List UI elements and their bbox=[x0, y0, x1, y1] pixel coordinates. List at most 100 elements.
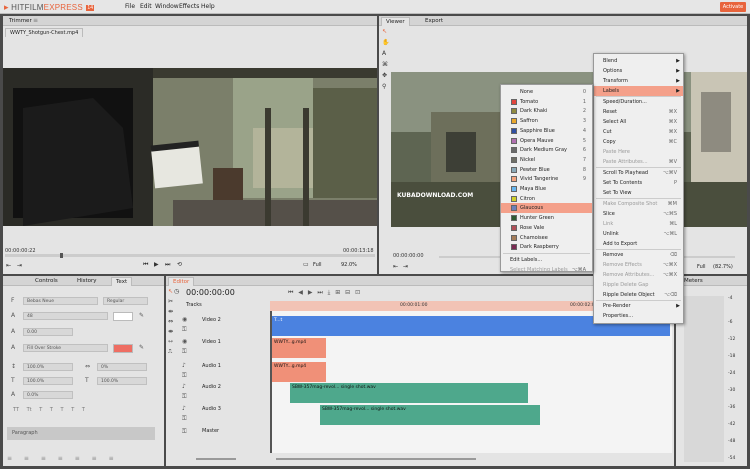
trimmer-zoom-select[interactable]: Full bbox=[313, 262, 322, 268]
visibility-icon[interactable]: ◉ bbox=[182, 338, 187, 345]
out-point-icon[interactable]: ⇥ bbox=[17, 262, 22, 269]
tab-editor[interactable]: Editor bbox=[168, 277, 195, 286]
context-item-set-to-contents[interactable]: Set To Contents P bbox=[594, 178, 683, 188]
editor-transport[interactable]: ⏮ ◀ ▶ ⏭ ⤓ ⊞ ⊟ ⊡ bbox=[288, 289, 360, 297]
label-item-pewter-blue[interactable]: Pewter Blue 8 bbox=[501, 165, 592, 175]
transform-tool-icon[interactable]: ⌘ bbox=[382, 61, 388, 68]
speaker-icon[interactable]: ♪ bbox=[182, 405, 186, 412]
menu-window[interactable]: Window bbox=[155, 3, 179, 10]
context-item-properties[interactable]: Properties... bbox=[594, 311, 683, 321]
speaker-icon[interactable]: ♪ bbox=[182, 383, 186, 390]
label-item-dark-raspberry[interactable]: Dark Raspberry bbox=[501, 242, 592, 252]
move-tool-icon[interactable]: ✥ bbox=[382, 72, 387, 79]
slip-tool-icon[interactable]: ⇼ bbox=[168, 328, 173, 335]
prev-frame-icon[interactable]: ⏮ bbox=[143, 261, 148, 269]
clip-audio2[interactable]: SBW-357mag-revol... single shot.wav bbox=[290, 383, 528, 403]
label-item-saffron[interactable]: Saffron 3 bbox=[501, 116, 592, 126]
tab-controls[interactable]: Controls bbox=[31, 277, 62, 286]
panel-menu-icon[interactable]: ≡ bbox=[33, 17, 38, 24]
context-item-remove[interactable]: Remove ⌫ bbox=[594, 250, 683, 260]
viewer-inpoint-icon[interactable]: ⇤ bbox=[393, 263, 398, 270]
context-item-set-to-view[interactable]: Set To View bbox=[594, 188, 683, 198]
editor-timecode[interactable]: 00:00:00:00 bbox=[186, 288, 235, 297]
context-item-scroll-to-playhead[interactable]: Scroll To Playhead ⌥⌘V bbox=[594, 168, 683, 178]
context-item-add-to-export[interactable]: Add to Export bbox=[594, 239, 683, 249]
context-item-select-all[interactable]: Select All ⌘X bbox=[594, 117, 683, 127]
activate-button[interactable]: Activate bbox=[720, 2, 746, 12]
playhead-line[interactable] bbox=[270, 311, 272, 453]
label-item-chamoisee[interactable]: Chamoisee bbox=[501, 233, 592, 243]
label-item-vivid-tangerine[interactable]: Vivid Tangerine 9 bbox=[501, 174, 592, 184]
label-item-sapphire-blue[interactable]: Sapphire Blue 4 bbox=[501, 126, 592, 136]
tab-viewer[interactable]: Viewer bbox=[381, 17, 410, 26]
stroke-select[interactable]: Fill Over Stroke bbox=[23, 344, 108, 352]
menu-file[interactable]: File bbox=[125, 3, 135, 10]
style-superscript[interactable]: T bbox=[39, 407, 42, 413]
trimmer-playhead[interactable] bbox=[60, 253, 63, 258]
context-item-labels[interactable]: Labels ▶ bbox=[594, 86, 683, 96]
lock-icon[interactable]: ⚿ bbox=[182, 415, 187, 423]
stroke-color-swatch[interactable] bbox=[113, 344, 133, 353]
viewer-outpoint-icon[interactable]: ⇥ bbox=[403, 263, 408, 270]
paragraph-section[interactable]: Paragraph bbox=[7, 427, 155, 440]
edit-labels-item[interactable]: Edit Labels... bbox=[501, 255, 592, 265]
tracking-field[interactable]: 0.00 bbox=[23, 328, 73, 336]
v3-field[interactable]: 100.0% bbox=[23, 377, 73, 385]
slide-tool-icon[interactable]: ⇿ bbox=[168, 338, 173, 345]
label-item-dark-khaki[interactable]: Dark Khaki 2 bbox=[501, 106, 592, 116]
viewer-zoom-select[interactable]: Full bbox=[697, 264, 706, 270]
text-style-buttons[interactable]: TT Tt T T T T T bbox=[13, 407, 85, 413]
context-item-speed-duration[interactable]: Speed/Duration... bbox=[594, 97, 683, 107]
align-buttons[interactable]: ≡ ≡ ≡ ≡ ≡ ≡ ≡ bbox=[7, 455, 157, 462]
loop-icon[interactable]: ⟲ bbox=[177, 261, 182, 268]
v4-field[interactable]: 100.0% bbox=[97, 377, 147, 385]
slice-tool-icon[interactable]: ✂ bbox=[168, 298, 173, 305]
v5-field[interactable]: 0.0% bbox=[23, 391, 73, 399]
label-item-glaucous[interactable]: Glaucous bbox=[501, 203, 592, 214]
context-item-slice[interactable]: Slice ⌥⌘S bbox=[594, 209, 683, 219]
speaker-icon[interactable]: ♪ bbox=[182, 362, 186, 369]
label-item-maya-blue[interactable]: Maya Blue bbox=[501, 184, 592, 194]
trimmer-zoom-pct[interactable]: 92.0% bbox=[341, 262, 357, 268]
context-item-cut[interactable]: Cut ⌘X bbox=[594, 127, 683, 137]
label-item-hunter-green[interactable]: Hunter Green bbox=[501, 213, 592, 223]
v1-field[interactable]: 100.0% bbox=[23, 363, 73, 371]
context-item-blend[interactable]: Blend ▶ bbox=[594, 56, 683, 66]
font-select[interactable]: Bebas Neue bbox=[23, 297, 98, 305]
viewer-zoom-pct[interactable]: (82.7%) bbox=[713, 264, 733, 270]
pin-tool-icon[interactable]: ⚲ bbox=[382, 83, 386, 90]
select-tool-icon[interactable]: ↖ bbox=[168, 288, 173, 295]
select-tool-icon[interactable]: ↖ bbox=[382, 28, 387, 35]
eyedropper-icon[interactable]: ✎ bbox=[139, 312, 144, 319]
lock-icon[interactable]: ⚿ bbox=[182, 393, 187, 401]
fill-color-swatch[interactable] bbox=[113, 312, 133, 321]
tab-history[interactable]: History bbox=[73, 277, 101, 286]
lock-icon[interactable]: ⚿ bbox=[182, 326, 187, 334]
razor-tool-icon[interactable]: ⎍ bbox=[168, 348, 172, 356]
tab-text[interactable]: Text bbox=[111, 277, 133, 286]
context-item-ripple-delete-object[interactable]: Ripple Delete Object ⌥⌫ bbox=[594, 290, 683, 300]
track-height-slider[interactable] bbox=[196, 458, 236, 460]
timeline-scrollbar[interactable] bbox=[276, 458, 476, 460]
context-item-unlink[interactable]: Unlink ⌥⌘L bbox=[594, 229, 683, 239]
label-item-opera-mauve[interactable]: Opera Mauve 5 bbox=[501, 136, 592, 146]
label-item-dark-medium-gray[interactable]: Dark Medium Gray 6 bbox=[501, 145, 592, 155]
text-tool-icon[interactable]: A bbox=[382, 50, 386, 57]
clip-video1[interactable]: WWTY...g.mp4 bbox=[272, 338, 326, 358]
visibility-icon[interactable]: ◉ bbox=[182, 316, 187, 323]
label-item-none[interactable]: None 0 bbox=[501, 87, 592, 97]
style-select[interactable]: Regular bbox=[103, 297, 148, 305]
menu-effects[interactable]: Effects bbox=[179, 3, 199, 10]
play-icon[interactable]: ▶ bbox=[154, 261, 159, 268]
label-item-nickel[interactable]: Nickel 7 bbox=[501, 155, 592, 165]
tab-trimmer[interactable]: Trimmer bbox=[5, 17, 36, 26]
context-item-transform[interactable]: Transform ▶ bbox=[594, 76, 683, 86]
context-item-options[interactable]: Options ▶ bbox=[594, 66, 683, 76]
size-field[interactable]: 48 bbox=[23, 312, 108, 320]
label-item-rose-vale[interactable]: Rose Vale bbox=[501, 223, 592, 233]
label-item-citron[interactable]: Citron bbox=[501, 194, 592, 204]
context-item-pre-render[interactable]: Pre-Render ▶ bbox=[594, 301, 683, 311]
style-smallcaps[interactable]: Tt bbox=[27, 407, 32, 413]
roll-tool-icon[interactable]: ⇔ bbox=[168, 318, 173, 325]
tab-export[interactable]: Export bbox=[421, 17, 447, 26]
